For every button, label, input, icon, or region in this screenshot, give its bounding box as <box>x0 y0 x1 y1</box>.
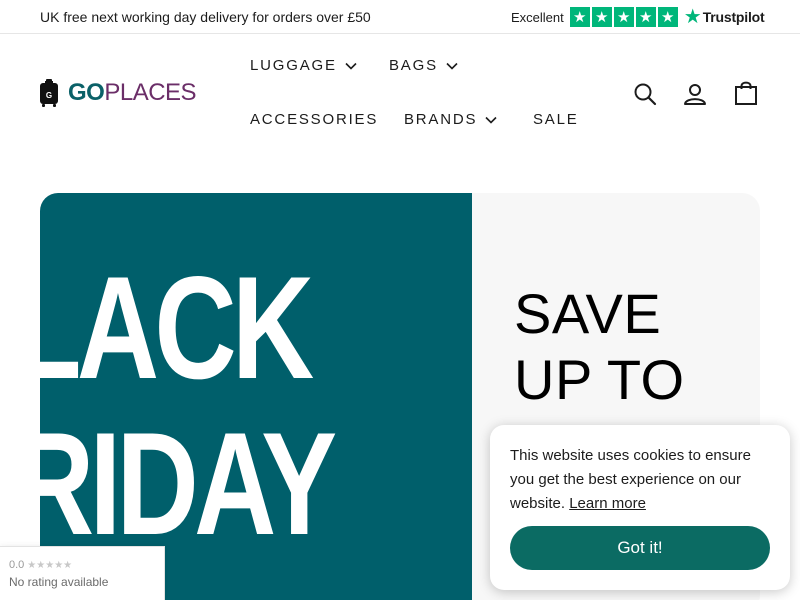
nav-luggage-label: LUGGAGE <box>250 57 337 74</box>
cookie-message: This website uses cookies to ensure you … <box>510 444 776 516</box>
trustpilot-brand: Trustpilot <box>702 9 765 25</box>
chevron-down-icon <box>446 62 458 70</box>
hero-offer-heading: SAVE UP TO <box>514 281 685 413</box>
black-friday-banner: LACK RIDAY <box>40 193 472 600</box>
account-icon[interactable] <box>682 81 708 107</box>
nav-bags-label: BAGS <box>389 57 438 74</box>
svg-text:G: G <box>46 91 52 100</box>
rating-status-text: No rating available <box>9 575 109 589</box>
rating-score-row: 0.0 ★★★★★ <box>9 559 72 571</box>
banner-text-line1: LACK <box>40 246 314 409</box>
rating-stars-icon: ★★★★★ <box>27 559 73 571</box>
nav-brands-label: BRANDS <box>404 111 478 128</box>
announcement-bar: UK free next working day delivery for or… <box>0 0 800 34</box>
search-icon[interactable] <box>632 81 658 107</box>
logo-wordmark: GOPLACES <box>68 79 197 107</box>
cookie-consent-banner: This website uses cookies to ensure you … <box>490 425 790 590</box>
logo-go: GO <box>68 79 105 106</box>
nav-accessories-label: ACCESSORIES <box>250 111 379 128</box>
banner-text-line2: RIDAY <box>40 402 337 565</box>
star-icon: ★ <box>591 7 612 27</box>
trustpilot-stars: ★ ★ ★ ★ ★ <box>569 7 678 27</box>
cart-icon[interactable] <box>733 80 759 106</box>
nav-brands[interactable]: BRANDS <box>404 111 497 128</box>
star-icon: ★ <box>613 7 634 27</box>
chevron-down-icon <box>485 116 497 124</box>
trustpilot-logo: ★ Trustpilot <box>684 7 765 27</box>
suitcase-icon: G <box>40 79 58 107</box>
trustpilot-widget[interactable]: Excellent ★ ★ ★ ★ ★ ★ Trustpilot <box>511 7 765 27</box>
star-icon: ★ <box>569 7 590 27</box>
delivery-promo-text: UK free next working day delivery for or… <box>40 9 371 25</box>
trustpilot-rating-label: Excellent <box>511 9 564 25</box>
star-icon: ★ <box>657 7 678 27</box>
learn-more-link[interactable]: Learn more <box>569 495 646 512</box>
nav-bags[interactable]: BAGS <box>389 57 458 74</box>
hero-offer-line1: SAVE <box>514 282 662 345</box>
nav-sale-label: SALE <box>533 111 579 128</box>
accept-cookies-button[interactable]: Got it! <box>510 526 770 570</box>
nav-accessories[interactable]: ACCESSORIES <box>250 111 378 128</box>
trustpilot-star-icon: ★ <box>683 6 702 28</box>
site-logo[interactable]: G GOPLACES <box>40 78 197 108</box>
logo-places: PLACES <box>104 79 197 106</box>
chevron-down-icon <box>345 62 357 70</box>
nav-luggage[interactable]: LUGGAGE <box>250 57 357 74</box>
star-icon: ★ <box>635 7 656 27</box>
rating-widget[interactable]: 0.0 ★★★★★ No rating available <box>0 546 165 600</box>
hero-offer-line2: UP TO <box>514 348 685 411</box>
nav-sale[interactable]: SALE <box>533 111 579 128</box>
rating-score: 0.0 <box>9 559 25 571</box>
